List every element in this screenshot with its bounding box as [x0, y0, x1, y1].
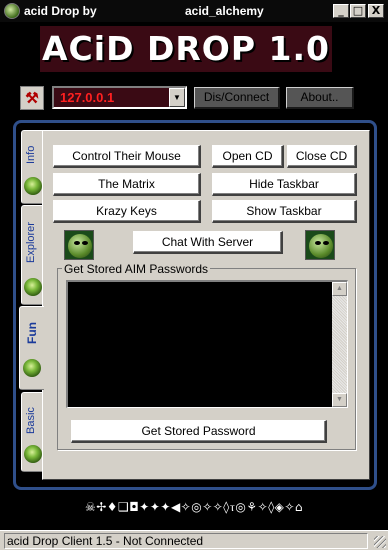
orb-icon [24, 177, 42, 195]
chat-with-server-button[interactable]: Chat With Server [133, 231, 283, 254]
tools-icon: ⚒ [25, 90, 39, 107]
list-scrollbar[interactable]: ▲ ▼ [332, 282, 347, 407]
get-stored-password-button[interactable]: Get Stored Password [71, 420, 327, 443]
krazy-keys-button[interactable]: Krazy Keys [53, 200, 201, 223]
aim-passwords-list[interactable]: ▲ ▼ [66, 280, 348, 408]
tab-explorer[interactable]: Explorer [21, 205, 43, 305]
scroll-up-icon[interactable]: ▲ [332, 282, 347, 296]
server-icon-button[interactable]: ⚒ [20, 86, 44, 110]
symbol-banner: ☠✢♦❑◘✦✦✦◀✧◎✧✧◊ⲧ◎⚘✧◊◈✧⌂ [84, 500, 304, 514]
chevron-down-icon[interactable]: ▼ [169, 88, 185, 107]
tab-fun[interactable]: Fun [19, 306, 44, 390]
orb-icon [24, 278, 42, 296]
logo-banner: ACiD DROP 1.0 [40, 26, 332, 72]
tab-label: Info [25, 145, 37, 165]
scroll-down-icon[interactable]: ▼ [332, 393, 347, 407]
status-text: acid Drop Client 1.5 - Not Connected [4, 533, 368, 549]
close-button[interactable]: X [368, 4, 384, 18]
orb-icon [24, 445, 42, 463]
alien-face-icon [305, 230, 335, 260]
control-mouse-button[interactable]: Control Their Mouse [53, 145, 201, 168]
logo-text: ACiD DROP 1.0 [42, 29, 330, 68]
window-title: acid Drop by [24, 4, 97, 18]
tab-basic[interactable]: Basic [21, 392, 43, 472]
server-address-value: 127.0.0.1 [60, 90, 115, 105]
maximize-button[interactable]: □ [350, 4, 366, 18]
show-taskbar-button[interactable]: Show Taskbar [212, 200, 357, 223]
matrix-button[interactable]: The Matrix [53, 173, 201, 196]
tab-label: Explorer [25, 222, 37, 264]
server-address-combo[interactable]: 127.0.0.1 ▼ [52, 86, 187, 109]
window-title-author: acid_alchemy [185, 4, 264, 18]
status-bar: acid Drop Client 1.5 - Not Connected [0, 530, 388, 550]
aim-passwords-group-title: Get Stored AIM Passwords [62, 262, 211, 276]
minimize-button[interactable]: _ [333, 4, 349, 18]
tab-info[interactable]: Info [21, 130, 43, 204]
resize-grip-icon[interactable] [374, 536, 386, 548]
orb-icon [23, 359, 41, 377]
tab-label: Basic [25, 407, 37, 435]
open-cd-button[interactable]: Open CD [212, 145, 284, 168]
about-button[interactable]: About.. [286, 87, 354, 109]
close-cd-button[interactable]: Close CD [287, 145, 357, 168]
alien-face-icon [64, 230, 94, 260]
title-bar: acid Drop by acid_alchemy _ □ X [0, 0, 388, 22]
hide-taskbar-button[interactable]: Hide Taskbar [212, 173, 357, 196]
tab-label: Fun [25, 322, 39, 344]
connect-button[interactable]: Dis/Connect [194, 87, 280, 109]
app-icon[interactable] [4, 3, 20, 19]
